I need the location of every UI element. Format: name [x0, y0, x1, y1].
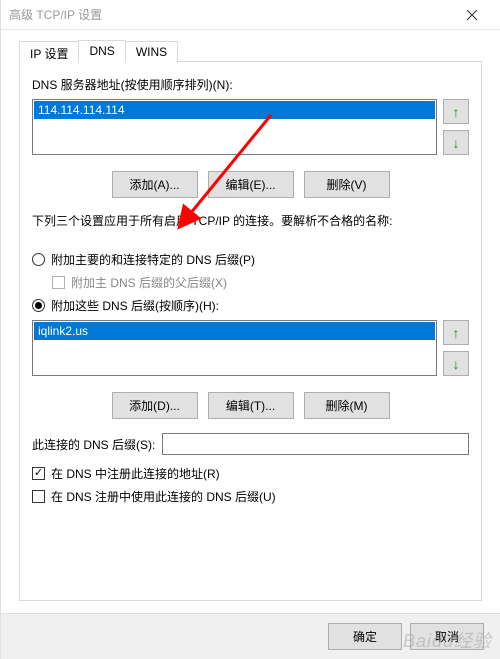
check-parent-suffix: 附加主 DNS 后缀的父后缀(X) — [52, 274, 469, 291]
suffix-remove-button[interactable]: 删除(M) — [304, 392, 390, 419]
checkbox-icon — [52, 276, 65, 289]
check-register-address-label: 在 DNS 中注册此连接的地址(R) — [51, 465, 220, 482]
tab-strip: IP 设置 DNS WINS — [19, 40, 482, 62]
dns-server-item[interactable]: 114.114.114.114 — [34, 101, 435, 119]
conn-suffix-label: 此连接的 DNS 后缀(S): — [32, 436, 162, 453]
check-use-suffix[interactable]: 在 DNS 注册中使用此连接的 DNS 后缀(U) — [32, 488, 469, 505]
suffix-listbox[interactable]: iqlink2.us — [32, 320, 437, 376]
dns-remove-button[interactable]: 删除(V) — [304, 171, 390, 198]
tab-dns[interactable]: DNS — [78, 40, 125, 62]
arrow-down-icon: ↓ — [453, 356, 460, 372]
suffix-item[interactable]: iqlink2.us — [34, 322, 435, 340]
dns-edit-button[interactable]: 编辑(E)... — [208, 171, 294, 198]
dns-servers-listbox[interactable]: 114.114.114.114 — [32, 99, 437, 155]
checkbox-checked-icon: ✓ — [32, 467, 45, 480]
title-bar: 高级 TCP/IP 设置 — [1, 0, 500, 30]
suffix-move-down-button[interactable]: ↓ — [443, 351, 469, 376]
check-parent-suffix-label: 附加主 DNS 后缀的父后缀(X) — [71, 274, 227, 291]
close-button[interactable] — [452, 0, 492, 30]
radio-these-suffixes[interactable]: 附加这些 DNS 后缀(按顺序)(H): — [32, 297, 469, 314]
radio-primary-suffix-label: 附加主要的和连接特定的 DNS 后缀(P) — [51, 251, 255, 268]
conn-suffix-input[interactable] — [162, 433, 469, 455]
client-area: IP 设置 DNS WINS DNS 服务器地址(按使用顺序排列)(N): 11… — [1, 30, 500, 600]
ok-button[interactable]: 确定 — [328, 623, 402, 650]
radio-these-suffixes-label: 附加这些 DNS 后缀(按顺序)(H): — [51, 297, 219, 314]
radio-icon — [32, 253, 45, 266]
arrow-up-icon: ↑ — [453, 104, 460, 120]
check-use-suffix-label: 在 DNS 注册中使用此连接的 DNS 后缀(U) — [51, 488, 276, 505]
tab-wins[interactable]: WINS — [125, 41, 178, 63]
arrow-down-icon: ↓ — [453, 135, 460, 151]
checkbox-icon — [32, 490, 45, 503]
radio-primary-suffix[interactable]: 附加主要的和连接特定的 DNS 后缀(P) — [32, 251, 469, 268]
tab-panel-dns: DNS 服务器地址(按使用顺序排列)(N): 114.114.114.114 ↑… — [19, 61, 482, 601]
dns-servers-label: DNS 服务器地址(按使用顺序排列)(N): — [32, 76, 469, 93]
suffix-move-up-button[interactable]: ↑ — [443, 320, 469, 345]
close-icon — [467, 10, 477, 20]
tab-ip-settings[interactable]: IP 设置 — [19, 41, 79, 63]
check-register-address[interactable]: ✓ 在 DNS 中注册此连接的地址(R) — [32, 465, 469, 482]
dns-move-down-button[interactable]: ↓ — [443, 130, 469, 155]
window-title: 高级 TCP/IP 设置 — [9, 6, 452, 23]
watermark-text: Baidu经验 — [403, 627, 492, 653]
radio-icon-checked — [32, 299, 45, 312]
note-text: 下列三个设置应用于所有启用 TCP/IP 的连接。要解析不合格的名称: — [32, 212, 469, 229]
dialog-window: 高级 TCP/IP 设置 IP 设置 DNS WINS DNS 服务器地址(按使… — [0, 0, 500, 659]
suffix-edit-button[interactable]: 编辑(T)... — [208, 392, 294, 419]
dns-add-button[interactable]: 添加(A)... — [112, 171, 198, 198]
dns-move-up-button[interactable]: ↑ — [443, 99, 469, 124]
suffix-add-button[interactable]: 添加(D)... — [112, 392, 198, 419]
arrow-up-icon: ↑ — [453, 325, 460, 341]
